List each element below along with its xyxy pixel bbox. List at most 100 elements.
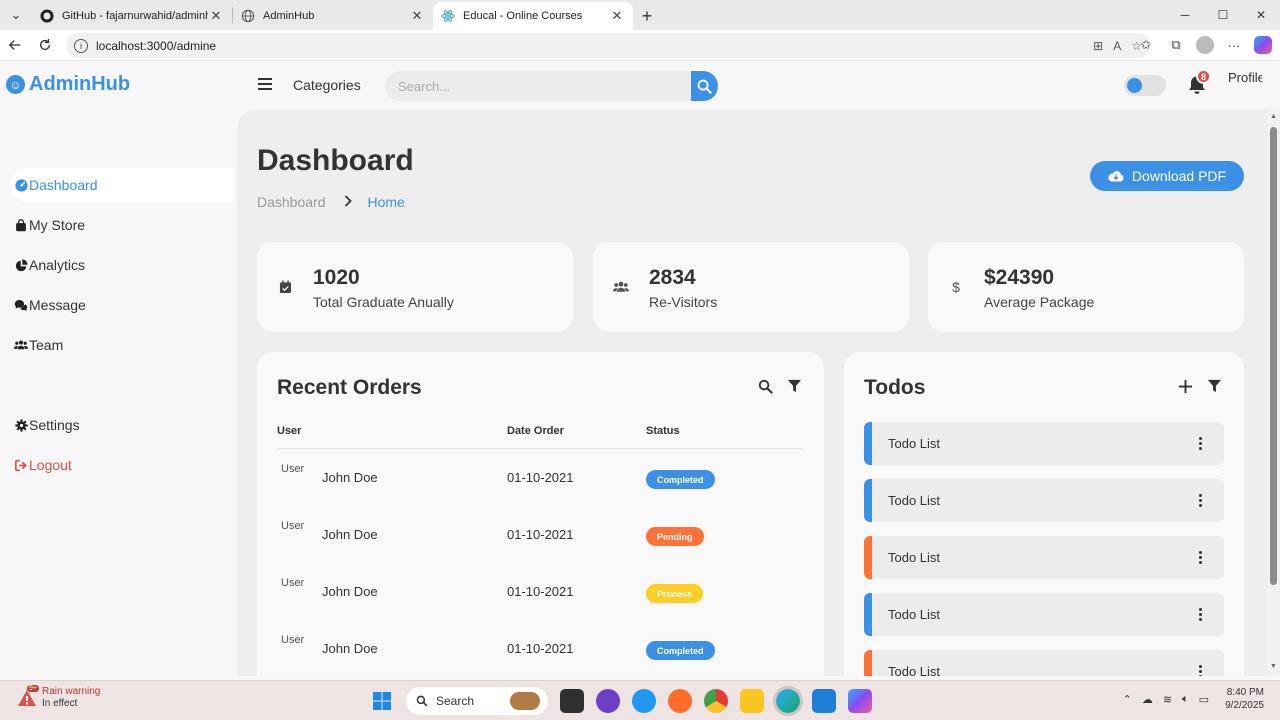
breadcrumb-home[interactable]: Home xyxy=(368,194,405,210)
file-explorer-icon[interactable] xyxy=(740,689,764,713)
pie-chart-icon xyxy=(14,258,28,272)
taskbar-search[interactable]: Search xyxy=(406,687,548,715)
more-vertical-icon[interactable] xyxy=(1199,551,1202,564)
site-info-icon[interactable]: i xyxy=(74,38,88,53)
more-options-icon[interactable]: ··· xyxy=(1224,34,1244,56)
todo-item[interactable]: Todo List xyxy=(864,593,1224,636)
sidebar-item-dashboard[interactable]: Dashboard xyxy=(10,168,233,202)
sidebar-item-analytics[interactable]: Analytics xyxy=(10,248,233,282)
refresh-button[interactable] xyxy=(30,30,60,60)
todo-item[interactable]: Todo List xyxy=(864,422,1224,465)
wifi-icon[interactable]: ≋ xyxy=(1163,693,1172,706)
brand-logo[interactable]: ☺ AdminHub xyxy=(6,73,130,96)
browser-tab-adminhub[interactable]: AdminHub ✕ xyxy=(233,2,433,30)
minimize-icon[interactable]: ─ xyxy=(1166,0,1204,30)
close-window-icon[interactable]: ✕ xyxy=(1242,0,1280,30)
sidebar-item-settings[interactable]: Settings xyxy=(10,408,233,442)
add-icon[interactable] xyxy=(1178,379,1193,394)
column-header-user: User xyxy=(277,425,302,437)
todo-item[interactable]: Todo List xyxy=(864,479,1224,522)
maximize-icon[interactable]: ☐ xyxy=(1204,0,1242,30)
task-view-icon[interactable] xyxy=(560,689,584,713)
weather-widget[interactable]: 9+ Rain warning In effect xyxy=(16,685,100,710)
windows-start-icon[interactable] xyxy=(370,689,394,713)
column-header-status: Status xyxy=(646,425,680,437)
copilot-icon[interactable] xyxy=(1254,36,1272,54)
sidebar-item-team[interactable]: Team xyxy=(10,328,233,362)
table-row[interactable]: User John Doe 01-10-2021 Completed xyxy=(277,449,803,506)
filter-icon[interactable] xyxy=(787,379,802,393)
volume-icon[interactable]: 🔈︎ xyxy=(1182,693,1189,706)
status-badge: Completed xyxy=(646,470,715,489)
back-button[interactable] xyxy=(0,30,30,60)
breadcrumb-dashboard[interactable]: Dashboard xyxy=(257,194,326,210)
chrome-icon[interactable] xyxy=(704,689,728,713)
clock[interactable]: 8:40 PM 9/2/2025 xyxy=(1225,686,1264,712)
scroll-up-icon[interactable]: ▲ xyxy=(1269,113,1278,122)
cloud-sync-icon[interactable]: ☁ xyxy=(1142,693,1153,706)
vscode-icon[interactable] xyxy=(812,689,836,713)
close-tab-icon[interactable]: ✕ xyxy=(609,8,625,24)
search-input[interactable] xyxy=(385,71,691,101)
menu-toggle-icon[interactable] xyxy=(258,78,272,90)
theme-switch[interactable] xyxy=(1124,75,1166,96)
todo-item[interactable]: Todo List xyxy=(864,650,1224,676)
todo-label: Todo List xyxy=(888,664,941,676)
message-icon xyxy=(14,298,28,312)
browser-profile-icon[interactable] xyxy=(1196,36,1214,54)
app-install-icon[interactable]: ⊞ xyxy=(1093,39,1103,53)
github-desktop-icon[interactable] xyxy=(596,689,620,713)
order-date: 01-10-2021 xyxy=(507,470,574,485)
sidebar-item-my-store[interactable]: My Store xyxy=(10,208,233,242)
favorites-icon[interactable]: ✩ xyxy=(1136,34,1156,56)
filter-icon[interactable] xyxy=(1207,379,1222,393)
search-icon[interactable] xyxy=(758,379,773,394)
stat-label: Re-Visitors xyxy=(649,294,718,310)
page-scrollbar[interactable]: ▲ ▼ xyxy=(1267,109,1280,676)
more-vertical-icon[interactable] xyxy=(1199,608,1202,621)
app-icon[interactable] xyxy=(632,689,656,713)
tab-actions-menu[interactable]: ⌄ xyxy=(0,0,32,30)
close-tab-icon[interactable]: ✕ xyxy=(208,8,224,24)
edge-icon[interactable] xyxy=(773,686,803,716)
scroll-down-icon[interactable]: ▼ xyxy=(1269,663,1278,672)
dollar-icon: $ xyxy=(952,279,960,295)
user-image: User xyxy=(281,577,305,589)
table-row[interactable]: User John Doe 01-10-2021 Completed xyxy=(277,620,803,676)
collections-icon[interactable]: ⧉ xyxy=(1166,34,1186,56)
chevron-right-icon xyxy=(344,194,352,210)
sidebar-item-logout[interactable]: Logout xyxy=(10,448,233,482)
search-button[interactable] xyxy=(691,71,718,101)
sidebar-item-message[interactable]: Message xyxy=(10,288,233,322)
copilot-app-icon[interactable] xyxy=(848,689,872,713)
more-vertical-icon[interactable] xyxy=(1199,665,1202,676)
browser-tab-github[interactable]: GitHub - fajarnurwahid/adminhub ✕ xyxy=(32,2,232,30)
sidebar-item-label: Dashboard xyxy=(29,177,98,193)
postman-icon[interactable] xyxy=(668,689,692,713)
scrollbar-thumb[interactable] xyxy=(1270,127,1277,585)
chevron-up-icon[interactable]: ⌃ xyxy=(1123,693,1132,706)
todo-label: Todo List xyxy=(888,436,941,451)
todo-item[interactable]: Todo List xyxy=(864,536,1224,579)
orders-actions xyxy=(758,379,802,394)
sidebar-item-label: My Store xyxy=(29,217,86,233)
read-aloud-icon[interactable]: A xyxy=(1113,39,1121,53)
table-row[interactable]: User John Doe 01-10-2021 Pending xyxy=(277,506,803,563)
team-icon xyxy=(14,338,28,352)
close-tab-icon[interactable]: ✕ xyxy=(409,8,425,24)
table-row[interactable]: User John Doe 01-10-2021 Process xyxy=(277,563,803,620)
group-icon xyxy=(613,279,629,295)
sidebar-item-label: Logout xyxy=(29,457,72,473)
more-vertical-icon[interactable] xyxy=(1199,494,1202,507)
address-bar[interactable]: i localhost:3000/admine ⊞ A ☆ xyxy=(66,33,1150,58)
more-vertical-icon[interactable] xyxy=(1199,437,1202,450)
profile-avatar[interactable]: Profile xyxy=(1228,71,1262,101)
categories-link[interactable]: Categories xyxy=(293,77,361,93)
stat-label: Average Package xyxy=(984,294,1095,310)
notification-button[interactable]: 8 xyxy=(1188,69,1211,95)
browser-tab-educal[interactable]: Educal - Online Courses ✕ xyxy=(433,2,633,30)
battery-icon[interactable]: ▭ xyxy=(1199,693,1209,706)
browser-tab-bar: ⌄ GitHub - fajarnurwahid/adminhub ✕ Admi… xyxy=(0,0,1280,30)
new-tab-button[interactable]: + xyxy=(633,2,661,30)
download-pdf-button[interactable]: Download PDF xyxy=(1090,161,1244,191)
